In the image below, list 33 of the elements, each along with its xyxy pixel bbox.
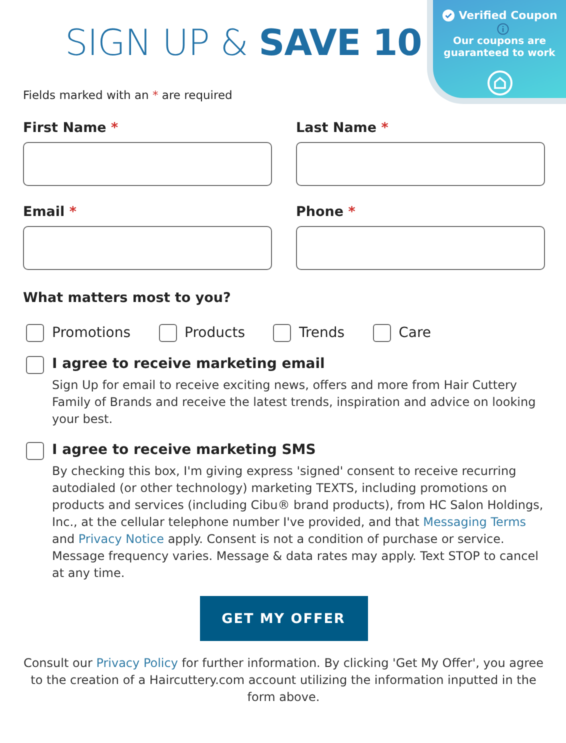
checkbox[interactable]: [372, 324, 391, 342]
text-link[interactable]: Privacy Notice: [78, 532, 164, 546]
interests-question: What matters most to you?: [23, 290, 232, 306]
checkbox-label[interactable]: Products: [184, 325, 245, 341]
input-field[interactable]: [296, 226, 545, 270]
submit-button[interactable]: GET MY OFFER: [200, 596, 368, 641]
badge-text: Our coupons are guaranteed to work: [442, 36, 556, 60]
input-field[interactable]: [23, 142, 272, 186]
consent-label[interactable]: I agree to receive marketing email: [52, 356, 544, 374]
input-field[interactable]: [296, 142, 545, 186]
checkbox-label[interactable]: Care: [398, 325, 432, 341]
field-label: Phone *: [296, 204, 356, 220]
field-label: Email *: [23, 204, 78, 220]
page-title: SIGN UP & SAVE 10: [65, 22, 422, 66]
checkbox[interactable]: [26, 324, 44, 342]
field-label: First Name *: [23, 120, 120, 136]
footer-note: Consult our Privacy Policy for further information. By clicking 'Get My Offer', you agree to the creation of a Haircuttery.com account utilizing the information inputted in the form above.: [23, 655, 544, 706]
field-label: Last Name *: [296, 120, 390, 136]
checkbox-label[interactable]: Promotions: [52, 325, 131, 341]
consent-label[interactable]: I agree to receive marketing SMS: [52, 442, 544, 460]
required-note: Fields marked with an * are required: [23, 88, 234, 102]
consent-description: Sign Up for email to receive exciting news, offers and more from Hair Cuttery Family of Brands and receive the latest trends, inspiration and advice on looking your best.: [52, 377, 537, 428]
checkbox-label[interactable]: Trends: [298, 325, 345, 341]
checkbox[interactable]: [26, 442, 44, 460]
checkbox[interactable]: [158, 324, 177, 342]
text-link[interactable]: Messaging Terms: [423, 515, 526, 529]
text-link[interactable]: Privacy Policy: [96, 656, 178, 670]
checkbox[interactable]: [272, 324, 291, 342]
consent-description: By checking this box, I'm giving express 'signed' consent to receive recurring autodialed (or other technology) marketing TEXTS, including promotions on products and services (including Cibu® brand products), from HC Salon Holdings, Inc., at the cellular telephone number I've provided, and that Messaging Terms and Privacy Notice apply. Consent is not a condition of purchase or service. Message frequency varies. Message & data rates may apply. Text STOP to cancel at any time.: [52, 463, 544, 582]
input-field[interactable]: [23, 226, 272, 270]
checkbox[interactable]: [26, 356, 44, 374]
badge-title: Verified Coupon: [458, 9, 558, 22]
check-circle-icon: [442, 9, 455, 22]
